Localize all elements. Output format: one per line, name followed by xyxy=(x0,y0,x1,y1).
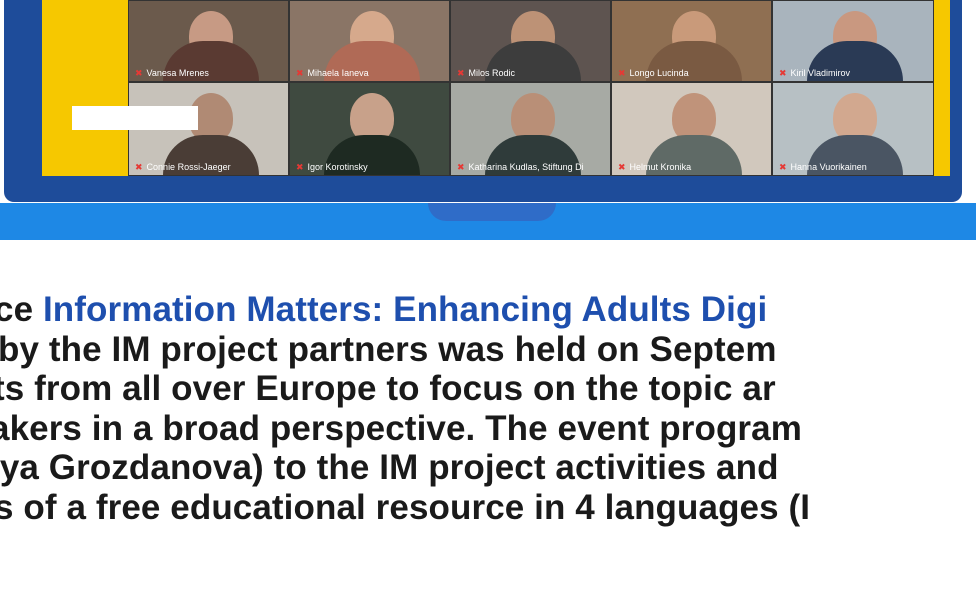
mic-muted-icon: ✖ xyxy=(618,68,626,78)
article-line: s of a free educational resource in 4 la… xyxy=(0,487,811,527)
mic-muted-icon: ✖ xyxy=(135,68,143,78)
article-line: ce Information Matters: Enhancing Adults… xyxy=(0,290,768,329)
participant-tile: ✖ Milos Rodic xyxy=(450,0,611,82)
participant-name: ✖ Longo Lucinda xyxy=(618,68,689,78)
mic-muted-icon: ✖ xyxy=(296,68,304,78)
article-line: ts from all over Europe to focus on the … xyxy=(0,369,776,408)
monitor-stand xyxy=(428,203,556,221)
monitor-frame: ✖ Vanesa Mrenes ✖ Mihaela Ianeva ✖ Milos Ro… xyxy=(4,0,962,202)
conference-title-link[interactable]: Information Matters: Enhancing Adults Di… xyxy=(43,290,767,329)
article-line: by the IM project partners was held on S… xyxy=(0,329,777,369)
participant-name: ✖ Mihaela Ianeva xyxy=(296,68,369,78)
mic-muted-icon: ✖ xyxy=(135,162,143,172)
participant-grid: ✖ Vanesa Mrenes ✖ Mihaela Ianeva ✖ Milos Ro… xyxy=(128,0,934,176)
mic-muted-icon: ✖ xyxy=(457,162,465,172)
participant-name: ✖ Katharina Kudlas, Stiftung Di xyxy=(457,162,584,172)
participant-tile: ✖ Longo Lucinda xyxy=(611,0,772,82)
mic-muted-icon: ✖ xyxy=(779,162,787,172)
article-line: iya Grozdanova) to the IM project activi… xyxy=(0,448,779,487)
participant-name: ✖ Milos Rodic xyxy=(457,68,516,78)
participant-tile: ✖ Vanesa Mrenes xyxy=(128,0,289,82)
participant-name: ✖ Connie Rossi-Jaeger xyxy=(135,162,231,172)
redaction-box xyxy=(72,106,198,130)
participant-name: ✖ Helmut Kronika xyxy=(618,162,692,172)
participant-name: ✖ Igor Korotinsky xyxy=(296,162,368,172)
participant-tile: ✖ Mihaela Ianeva xyxy=(289,0,450,82)
participant-name: ✖ Hanna Vuorikainen xyxy=(779,162,867,172)
article-line: akers in a broad perspective. The event … xyxy=(0,408,802,448)
mic-muted-icon: ✖ xyxy=(457,68,465,78)
video-call-screen: ✖ Vanesa Mrenes ✖ Mihaela Ianeva ✖ Milos Ro… xyxy=(42,0,950,176)
mic-muted-icon: ✖ xyxy=(296,162,304,172)
participant-tile: ✖ Igor Korotinsky xyxy=(289,82,450,176)
participant-name: ✖ Vanesa Mrenes xyxy=(135,68,209,78)
mic-muted-icon: ✖ xyxy=(779,68,787,78)
participant-tile: ✖ Katharina Kudlas, Stiftung Di xyxy=(450,82,611,176)
article-body: ce Information Matters: Enhancing Adults… xyxy=(0,290,976,595)
participant-tile: ✖ Kiril Vladimirov xyxy=(772,0,934,82)
mic-muted-icon: ✖ xyxy=(618,162,626,172)
participant-tile: ✖ Hanna Vuorikainen xyxy=(772,82,934,176)
hero-image: ✖ Vanesa Mrenes ✖ Mihaela Ianeva ✖ Milos Ro… xyxy=(0,0,976,240)
participant-name: ✖ Kiril Vladimirov xyxy=(779,68,851,78)
participant-tile: ✖ Helmut Kronika xyxy=(611,82,772,176)
